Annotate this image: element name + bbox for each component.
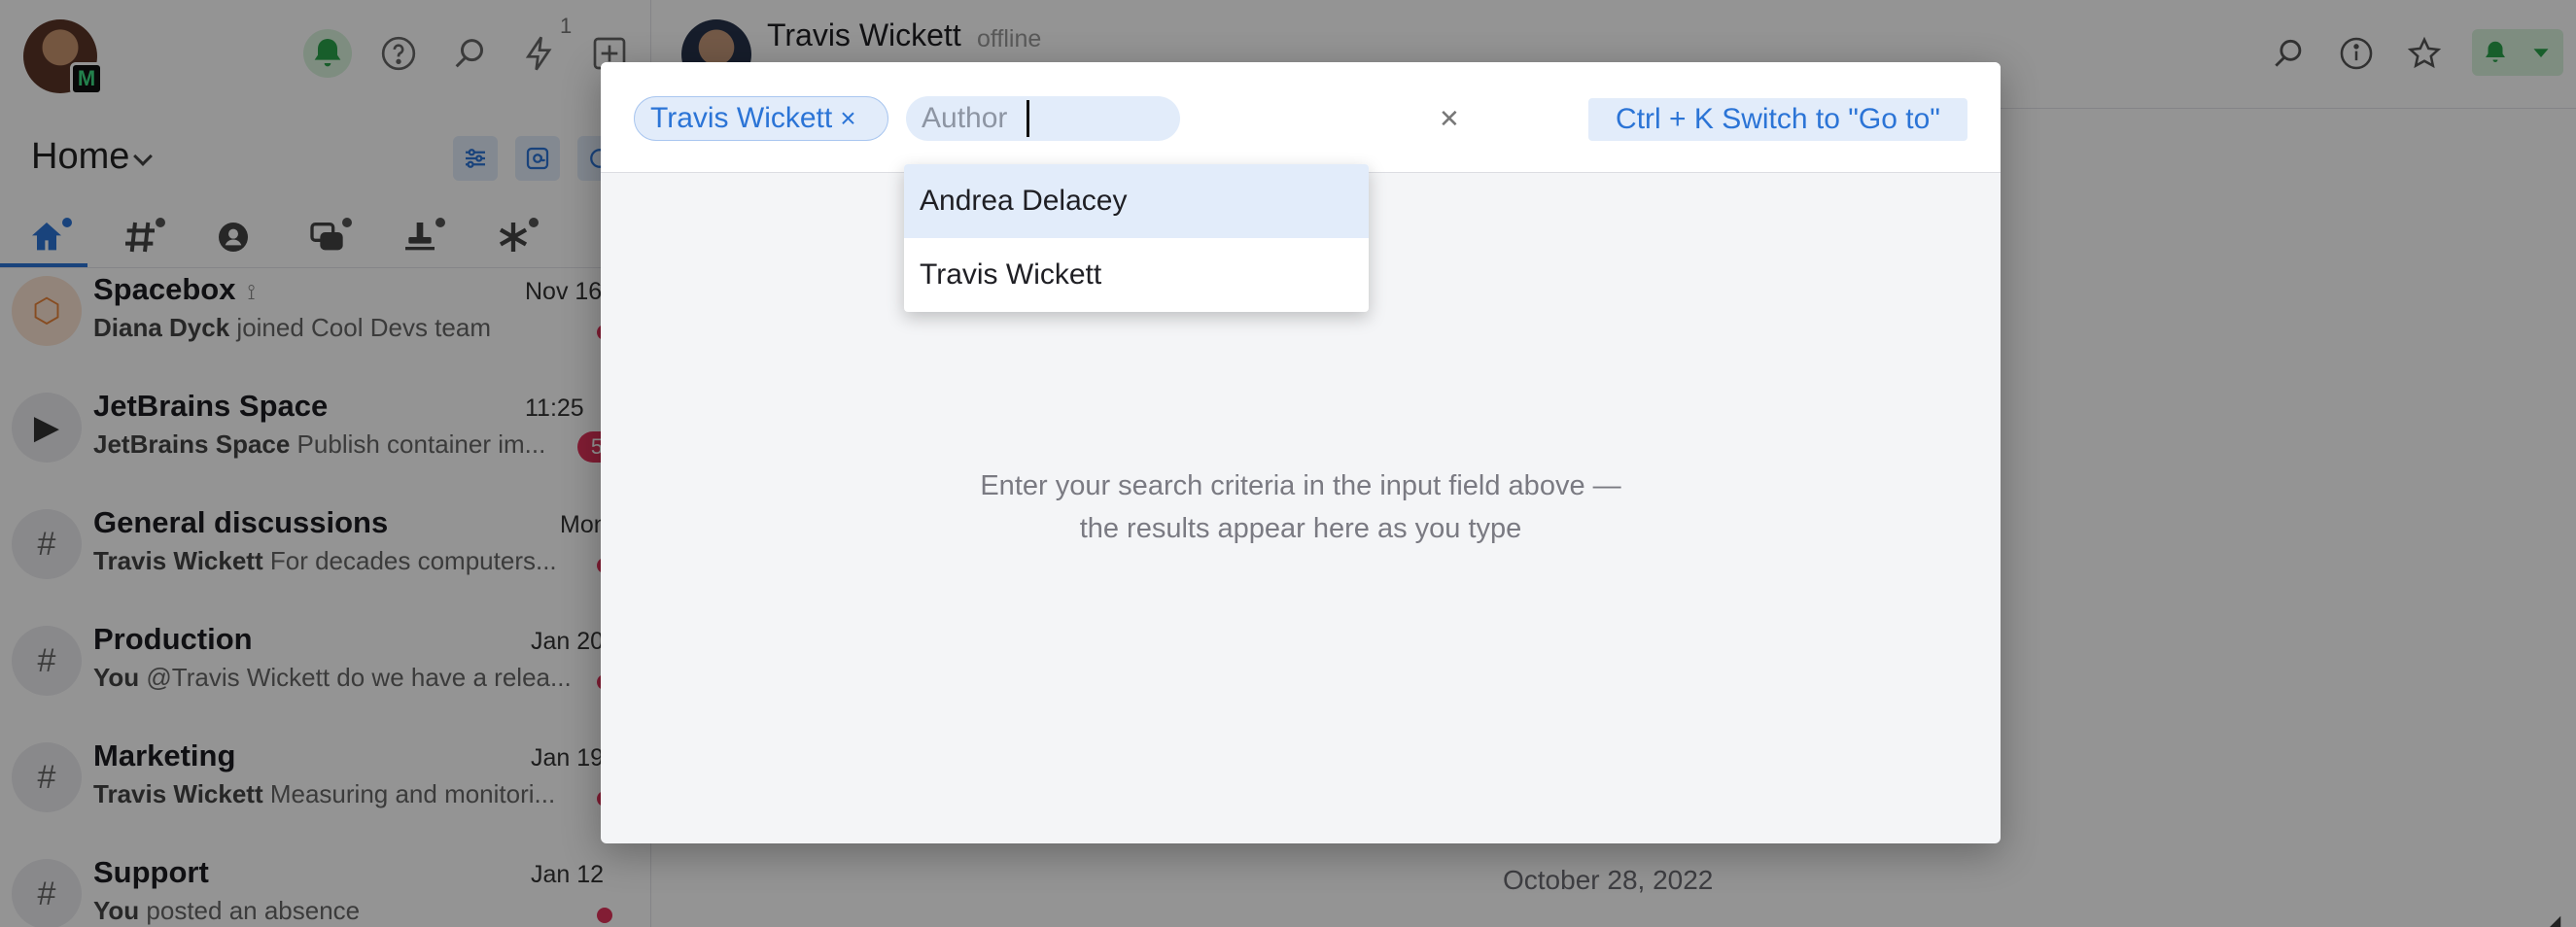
- close-icon[interactable]: ✕: [1439, 96, 1460, 141]
- search-dialog: Travis Wickett × ✕ Ctrl + K Switch to "G…: [601, 62, 2001, 843]
- search-bar: Travis Wickett × ✕ Ctrl + K Switch to "G…: [601, 62, 2001, 173]
- author-option[interactable]: Travis Wickett: [904, 238, 1369, 312]
- text-caret: [1027, 100, 1029, 137]
- switch-to-goto-hint[interactable]: Ctrl + K Switch to "Go to": [1588, 98, 1967, 141]
- author-suggestions-dropdown: Andrea Delacey Travis Wickett: [904, 164, 1369, 312]
- close-icon[interactable]: ×: [840, 103, 855, 134]
- author-input[interactable]: [922, 102, 1116, 135]
- author-filter-chip-label: Travis Wickett: [650, 102, 833, 134]
- author-filter-chip[interactable]: Travis Wickett ×: [634, 96, 888, 141]
- author-option[interactable]: Andrea Delacey: [904, 164, 1369, 238]
- resize-grip-icon[interactable]: ◢: [2549, 911, 2560, 927]
- author-filter-input-chip[interactable]: ✕: [906, 96, 1460, 141]
- empty-state-message: Enter your search criteria in the input …: [601, 464, 2001, 550]
- empty-state-line-2: the results appear here as you type: [1079, 513, 1522, 544]
- empty-state-line-1: Enter your search criteria in the input …: [980, 470, 1621, 501]
